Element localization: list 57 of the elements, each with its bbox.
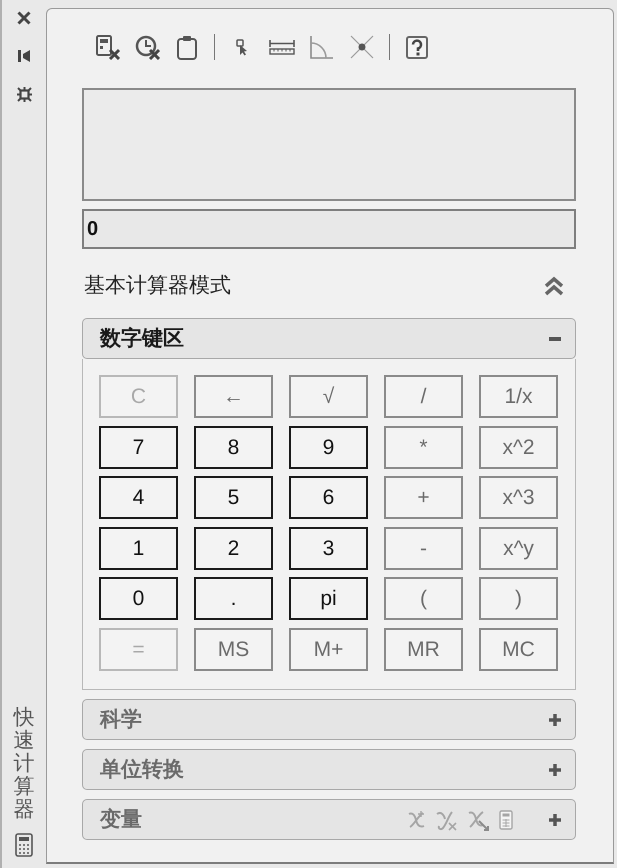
mode-label: 基本计算器模式 — [84, 273, 231, 300]
calculator-icon[interactable] — [15, 833, 33, 857]
intersection-icon[interactable] — [350, 35, 374, 59]
calculator-key[interactable]: pi — [289, 577, 368, 620]
plus-icon[interactable] — [549, 814, 561, 826]
calculator-key[interactable]: 0 — [99, 577, 178, 620]
calculator-key[interactable]: 1/x — [479, 375, 558, 418]
pointer-icon[interactable] — [236, 38, 248, 56]
calculator-key[interactable]: ) — [479, 577, 558, 620]
section-title: 数字键区 — [100, 326, 184, 352]
calculator-key[interactable]: 3 — [289, 526, 368, 570]
ruler-icon[interactable] — [269, 39, 295, 55]
calculator-key[interactable]: * — [384, 426, 463, 468]
calculator-key[interactable]: 7 — [99, 426, 178, 468]
calculator-cross-icon[interactable] — [94, 34, 120, 60]
help-icon[interactable] — [406, 36, 428, 58]
calculator-key[interactable]: x^3 — [479, 476, 558, 519]
minus-icon[interactable] — [549, 336, 561, 340]
clock-cross-icon[interactable] — [134, 34, 160, 60]
clipboard-icon[interactable] — [177, 34, 197, 60]
section-header[interactable]: 单位转换 — [82, 749, 576, 790]
section-title: 单位转换 — [100, 756, 184, 783]
bar-triangle-icon[interactable] — [18, 49, 30, 63]
section-title: 科学 — [100, 706, 142, 733]
plus-icon[interactable] — [549, 714, 561, 726]
calculator-key[interactable]: + — [384, 476, 463, 519]
calculator-key[interactable]: . — [194, 577, 273, 620]
script-x-arrow-icon[interactable] — [466, 808, 490, 830]
calculator-key[interactable]: x^y — [479, 526, 558, 570]
calculator-key[interactable]: / — [384, 375, 463, 418]
calculator-key[interactable]: 6 — [289, 476, 368, 519]
calculator-key[interactable]: - — [384, 526, 463, 570]
calculator-key[interactable]: MR — [384, 628, 463, 670]
double-chevron-up-icon[interactable] — [544, 276, 564, 296]
calculator-key[interactable]: MS — [194, 628, 273, 670]
calculator-key[interactable]: MC — [479, 628, 558, 670]
calculator-key[interactable]: 2 — [194, 526, 273, 570]
close-icon[interactable] — [17, 11, 31, 25]
section-header[interactable]: 科学 — [82, 699, 576, 740]
calculator-key[interactable]: 5 — [194, 476, 273, 519]
section-title: 变量 — [100, 806, 142, 833]
calculator-key[interactable]: 4 — [99, 476, 178, 519]
calculator-key[interactable]: ← — [194, 375, 273, 418]
calculator-key[interactable]: x^2 — [479, 426, 558, 468]
plus-icon[interactable] — [549, 764, 561, 776]
calculator-key[interactable]: M+ — [289, 628, 368, 670]
section-header[interactable]: 变量 — [82, 799, 576, 840]
calculator-key[interactable]: √ — [289, 375, 368, 418]
palette-title: 快速计算器 — [14, 706, 34, 821]
input-field[interactable]: 0 — [82, 209, 576, 249]
angle-icon[interactable] — [310, 35, 334, 59]
calculator-key[interactable]: 8 — [194, 426, 273, 468]
section-header[interactable]: 数字键区 — [82, 318, 576, 359]
settings-icon[interactable] — [16, 87, 32, 102]
calculator-key[interactable]: 1 — [99, 526, 178, 570]
calculator-key[interactable]: ( — [384, 577, 463, 620]
calculator-key[interactable]: 9 — [289, 426, 368, 468]
